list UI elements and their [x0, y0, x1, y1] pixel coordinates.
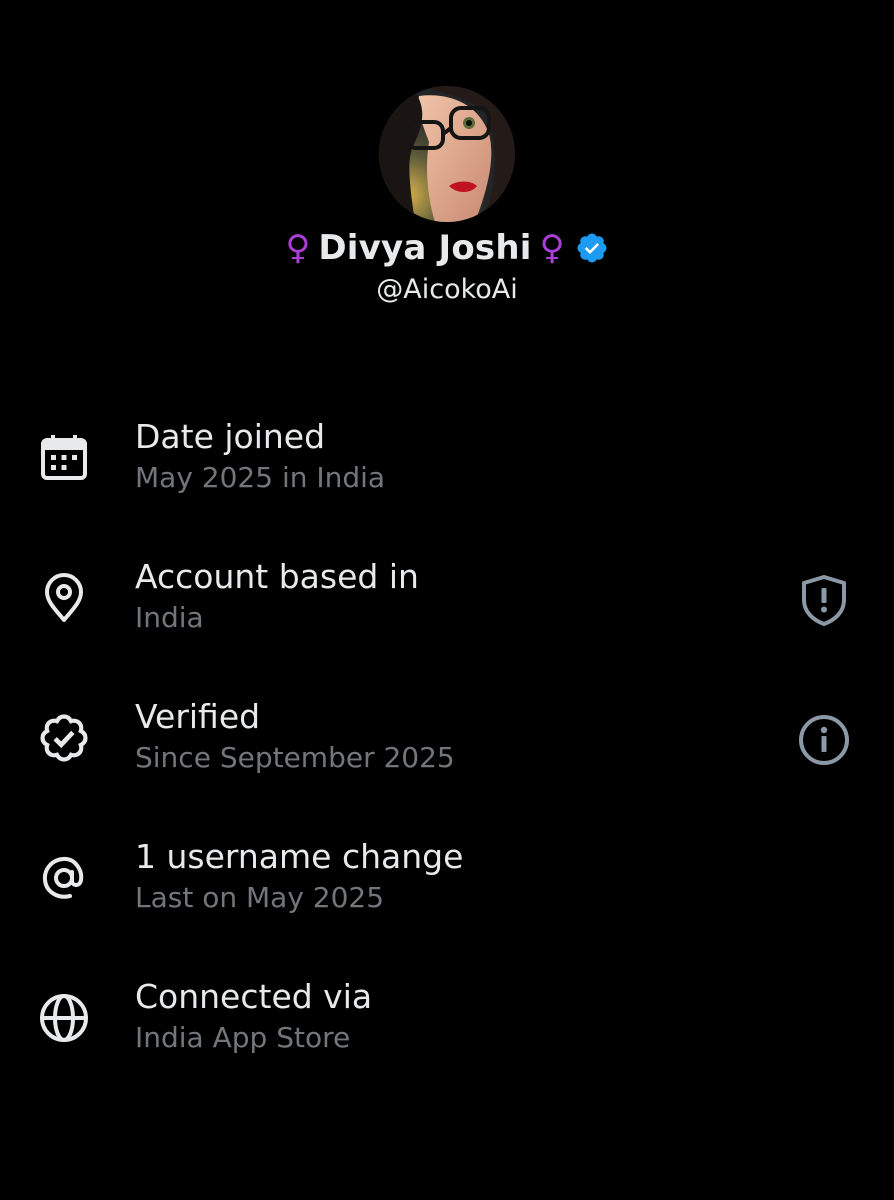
verified-badge-icon[interactable] — [575, 231, 609, 265]
info-row-account-based-in: Account based in India — [0, 536, 894, 676]
info-row-username-change: 1 username change Last on May 2025 — [0, 816, 894, 956]
info-row-connected-via: Connected via India App Store — [0, 956, 894, 1096]
handle: @AicokoAi — [376, 274, 518, 305]
info-row-subtitle: May 2025 in India — [135, 461, 386, 494]
female-sign-emoji-prefix: ♀ — [285, 228, 311, 268]
female-sign-emoji-suffix: ♀ — [539, 228, 565, 268]
location-pin-icon — [36, 570, 92, 626]
calendar-icon — [36, 430, 92, 486]
info-row-title: Connected via — [135, 977, 373, 1016]
info-row-subtitle: India App Store — [135, 1021, 351, 1054]
info-row-verified: Verified Since September 2025 — [0, 676, 894, 816]
info-row-title: Account based in — [135, 557, 419, 596]
info-row-title: Date joined — [135, 417, 326, 456]
info-row-subtitle: India — [135, 601, 204, 634]
info-row-text: Account based in India — [135, 556, 419, 638]
at-sign-icon — [36, 850, 92, 906]
shield-alert-icon[interactable] — [794, 570, 854, 630]
account-info-list: Date joined May 2025 in India Account ba… — [0, 396, 894, 1096]
name-row: ♀ Divya Joshi ♀ — [0, 224, 894, 272]
info-row-subtitle: Last on May 2025 — [135, 881, 385, 914]
info-row-subtitle: Since September 2025 — [135, 741, 455, 774]
info-row-text: Verified Since September 2025 — [135, 696, 455, 778]
info-row-date-joined: Date joined May 2025 in India — [0, 396, 894, 536]
info-row-title: 1 username change — [135, 837, 464, 876]
info-row-text: Connected via India App Store — [135, 976, 372, 1058]
info-icon[interactable] — [794, 710, 854, 770]
verified-check-icon — [36, 710, 92, 766]
info-row-text: 1 username change Last on May 2025 — [135, 836, 463, 918]
avatar[interactable] — [379, 86, 515, 222]
info-row-text: Date joined May 2025 in India — [135, 416, 385, 498]
globe-icon — [36, 990, 92, 1046]
info-row-title: Verified — [135, 697, 261, 736]
avatar-image — [379, 86, 515, 222]
profile-header: ♀ Divya Joshi ♀ @AicokoAi — [0, 86, 894, 305]
display-name: Divya Joshi — [318, 228, 532, 268]
